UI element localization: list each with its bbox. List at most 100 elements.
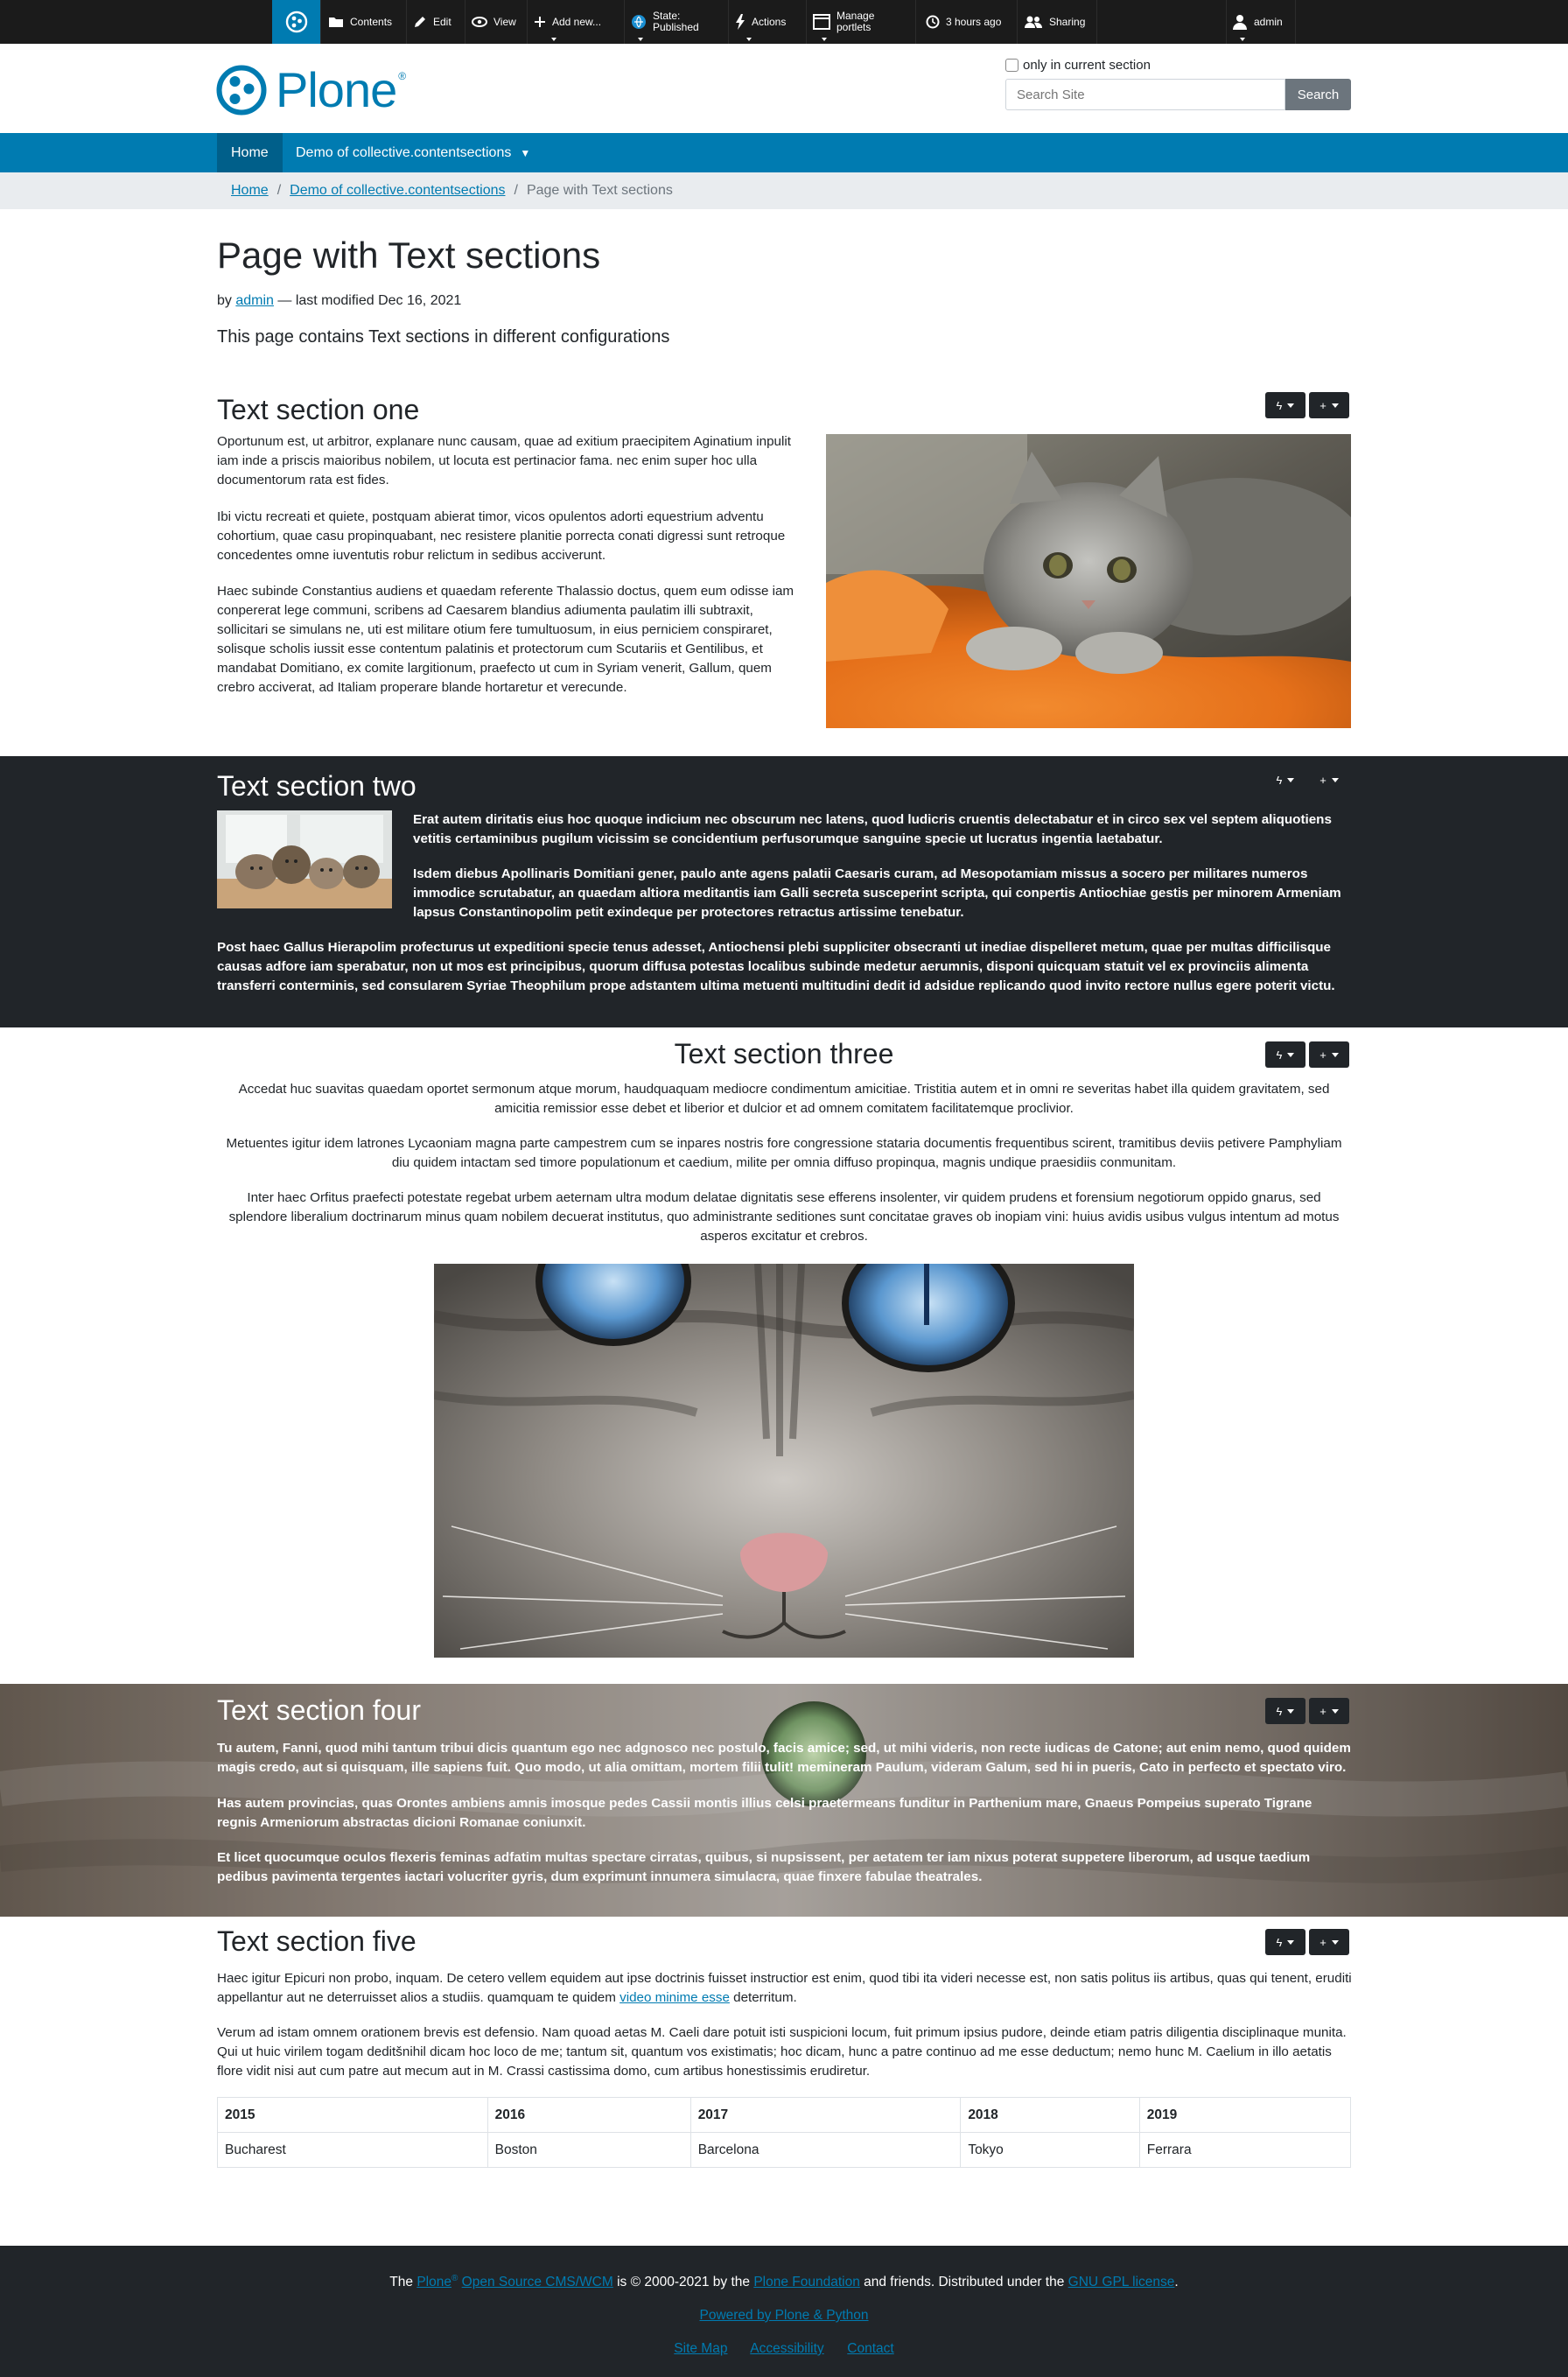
section-four-para-2: Has autem provincias, quas Orontes ambie… xyxy=(217,1796,1312,1830)
footer-text: . xyxy=(1174,2275,1179,2290)
plone-logo-icon xyxy=(285,11,307,33)
toolbar-add-new[interactable]: Add new... xyxy=(528,0,625,44)
contact-link[interactable]: Contact xyxy=(847,2341,893,2356)
add-icon: + xyxy=(1320,1935,1326,1949)
footer-license-link[interactable]: GNU GPL license xyxy=(1068,2275,1175,2289)
section-three-para-2: Metuentes igitur idem latrones Lycaoniam… xyxy=(226,1136,1342,1170)
section-add-button[interactable]: + xyxy=(1309,1929,1349,1955)
toolbar-state[interactable]: State: Published xyxy=(626,0,729,44)
section-tiles-button[interactable]: ϟ xyxy=(1265,767,1306,793)
toolbar-history[interactable]: 3 hours ago xyxy=(917,0,1018,44)
toolbar-manage-portlets[interactable]: Manage portlets xyxy=(808,0,916,44)
section-four-para-3: Et licet quocumque oculos flexeris femin… xyxy=(217,1850,1311,1884)
section-five-controls: ϟ + xyxy=(1265,1929,1349,1955)
table-header-cell: 2017 xyxy=(690,2097,962,2133)
toolbar-sharing[interactable]: Sharing xyxy=(1018,0,1097,44)
footer-foundation-link[interactable]: Plone Foundation xyxy=(753,2275,860,2289)
toolbar-portlets-line2: portlets xyxy=(836,21,872,33)
powered-by-link[interactable]: Powered by Plone & Python xyxy=(699,2308,868,2323)
toolbar-state-label: State: Published xyxy=(653,11,699,33)
nav-item-home[interactable]: Home xyxy=(217,133,283,172)
section-add-button[interactable]: + xyxy=(1309,1041,1349,1068)
toolbar-actions-label: Actions xyxy=(752,15,787,28)
nav-item-demo[interactable]: Demo of collective.contentsections ▼ xyxy=(282,133,544,172)
nav-item-demo-label: Demo of collective.contentsections xyxy=(296,144,512,160)
text-section-three: Text section three ϟ + Accedat huc suavi… xyxy=(0,1027,1568,1684)
section-five-para-2: Verum ad istam omnem orationem brevis es… xyxy=(217,2025,1347,2079)
section-add-button[interactable]: + xyxy=(1309,767,1349,793)
tiles-icon: ϟ xyxy=(1276,1048,1283,1062)
tiles-icon: ϟ xyxy=(1276,773,1283,787)
sharing-icon xyxy=(1025,16,1042,28)
edit-toolbar: Contents Edit View Add new... State: Publ… xyxy=(0,0,1568,44)
nav-item-home-label: Home xyxy=(231,144,269,160)
search-section-toggle[interactable]: only in current section xyxy=(1005,58,1351,73)
section-tiles-button[interactable]: ϟ xyxy=(1265,1929,1306,1955)
table-cell: Barcelona xyxy=(690,2132,962,2168)
table-cell: Tokyo xyxy=(960,2132,1140,2168)
breadcrumb-home[interactable]: Home xyxy=(231,183,269,199)
section-one-title: Text section one xyxy=(217,394,420,425)
toolbar-user[interactable]: admin xyxy=(1226,0,1296,44)
chevron-down-icon xyxy=(1240,38,1245,41)
author-link[interactable]: admin xyxy=(235,293,274,308)
chevron-down-icon xyxy=(746,38,752,41)
footer-plone-link[interactable]: Plone xyxy=(416,2275,452,2289)
toolbar-view[interactable]: View xyxy=(466,0,528,44)
search-input[interactable] xyxy=(1005,79,1285,110)
toolbar-contents[interactable]: Contents xyxy=(323,0,407,44)
plone-toolbar-logo[interactable] xyxy=(272,0,321,44)
table-header-cell: 2016 xyxy=(486,2097,691,2133)
add-icon: + xyxy=(1320,1048,1326,1062)
chevron-down-icon xyxy=(1331,403,1339,408)
caret-down-icon: ▼ xyxy=(520,146,531,159)
footer-registered-mark: ® xyxy=(451,2274,458,2283)
section-tiles-button[interactable]: ϟ xyxy=(1265,1698,1306,1724)
footer-site-actions: Site Map Accessibility Contact xyxy=(0,2341,1568,2357)
section-four-title: Text section four xyxy=(217,1694,421,1726)
breadcrumb-current: Page with Text sections xyxy=(526,183,673,198)
table-header-cell: 2018 xyxy=(960,2097,1140,2133)
section-two-para-2: Isdem diebus Apollinaris Domitiani gener… xyxy=(413,866,1341,920)
section-checkbox[interactable] xyxy=(1005,59,1018,72)
chevron-down-icon xyxy=(1331,777,1339,782)
section-tiles-button[interactable]: ϟ xyxy=(1265,1041,1306,1068)
footer-text: and friends. Distributed under the xyxy=(864,2275,1065,2290)
page-title: Page with Text sections xyxy=(217,235,601,276)
logo-registered-mark: ® xyxy=(398,70,407,82)
sitemap-link[interactable]: Site Map xyxy=(674,2341,727,2356)
toolbar-actions[interactable]: Actions xyxy=(730,0,807,44)
site-logo[interactable]: Plone ® xyxy=(216,65,406,116)
cat-face-closeup-image xyxy=(434,1264,1134,1658)
section-add-button[interactable]: + xyxy=(1309,1698,1349,1724)
footer-cms-link[interactable]: Open Source CMS/WCM xyxy=(462,2275,613,2289)
chevron-down-icon xyxy=(1331,1052,1339,1057)
inline-link[interactable]: video minime esse xyxy=(620,1990,730,2005)
table-cell: Bucharest xyxy=(217,2132,488,2168)
section-four-controls: ϟ + xyxy=(1265,1698,1349,1724)
search-button[interactable]: Search xyxy=(1285,79,1351,110)
chevron-down-icon xyxy=(1287,1052,1295,1057)
section-three-para-1: Accedat huc suavitas quaedam oportet ser… xyxy=(238,1082,1330,1116)
toolbar-portlets-label: Manage portlets xyxy=(836,11,874,33)
section-two-controls: ϟ + xyxy=(1265,767,1349,793)
table-cell: Ferrara xyxy=(1138,2132,1352,2168)
table-header-cell: 2015 xyxy=(217,2097,488,2133)
page-description: This page contains Text sections in diff… xyxy=(217,327,670,347)
text-section-two: Text section two ϟ + Erat autem diritati… xyxy=(0,756,1568,1027)
byline: by admin — last modified Dec 16, 2021 xyxy=(217,293,461,309)
footer-colophon: The Plone® Open Source CMS/WCM is © 2000… xyxy=(0,2274,1568,2290)
cities-table: 2015 2016 2017 2018 2019 Bucharest Bosto… xyxy=(217,2097,1352,2168)
breadcrumb-parent[interactable]: Demo of collective.contentsections xyxy=(290,183,505,199)
table-cell: Boston xyxy=(486,2132,691,2168)
byline-modified: — last modified Dec 16, 2021 xyxy=(277,293,462,308)
clock-icon xyxy=(926,15,940,29)
footer-text: The xyxy=(389,2275,413,2290)
toolbar-edit[interactable]: Edit xyxy=(408,0,466,44)
accessibility-link[interactable]: Accessibility xyxy=(750,2341,823,2356)
chevron-down-icon xyxy=(1331,1939,1339,1945)
section-two-para-3: Post haec Gallus Hierapolim profecturus … xyxy=(217,940,1335,993)
tiles-icon: ϟ xyxy=(1276,1935,1283,1949)
section-add-button[interactable]: + xyxy=(1309,392,1349,418)
section-tiles-button[interactable]: ϟ xyxy=(1265,392,1306,418)
